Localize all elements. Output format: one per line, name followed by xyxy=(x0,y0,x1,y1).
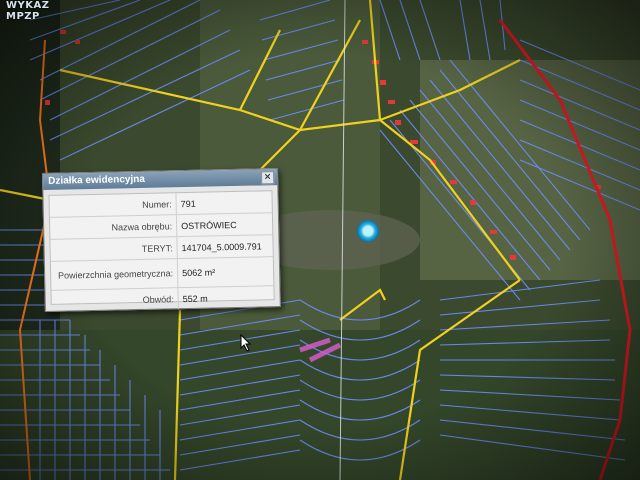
row-label: Nazwa obrębu: xyxy=(49,214,177,240)
row-value: 552 m xyxy=(182,293,208,304)
row-label: Powierzchnia geometryczna: xyxy=(50,258,178,291)
popup-title: Działka ewidencyjna xyxy=(48,173,145,187)
table-row: Powierzchnia geometryczna: 5062 m² xyxy=(50,256,274,291)
row-label: Obwód: xyxy=(51,287,179,312)
row-label: Numer: xyxy=(49,193,177,218)
popup-header: Działka ewidencyjna × xyxy=(43,169,278,190)
row-value: 791 xyxy=(175,191,272,215)
popup-body: Numer: 791 Nazwa obrębu: OSTRÓWIEC TERYT… xyxy=(48,190,275,312)
wykaz-mpzp-button[interactable]: WYKAZ MPZP xyxy=(6,0,50,22)
row-value: 141704_5.0009.791 xyxy=(176,234,273,259)
row-label: TERYT: xyxy=(50,236,178,262)
wykaz-label: WYKAZ xyxy=(6,0,50,11)
close-icon[interactable]: × xyxy=(261,171,275,185)
mouse-pointer-icon xyxy=(240,334,252,352)
row-value: 5062 m² xyxy=(177,256,274,288)
mpzp-label: MPZP xyxy=(6,11,40,22)
parcel-attributes-table: Numer: 791 Nazwa obrębu: OSTRÓWIEC TERYT… xyxy=(49,191,274,312)
parcel-info-popup: Działka ewidencyjna × Numer: 791 Nazwa o… xyxy=(42,168,281,312)
row-value: OSTRÓWIEC xyxy=(176,212,273,237)
location-marker-icon[interactable] xyxy=(357,220,379,242)
